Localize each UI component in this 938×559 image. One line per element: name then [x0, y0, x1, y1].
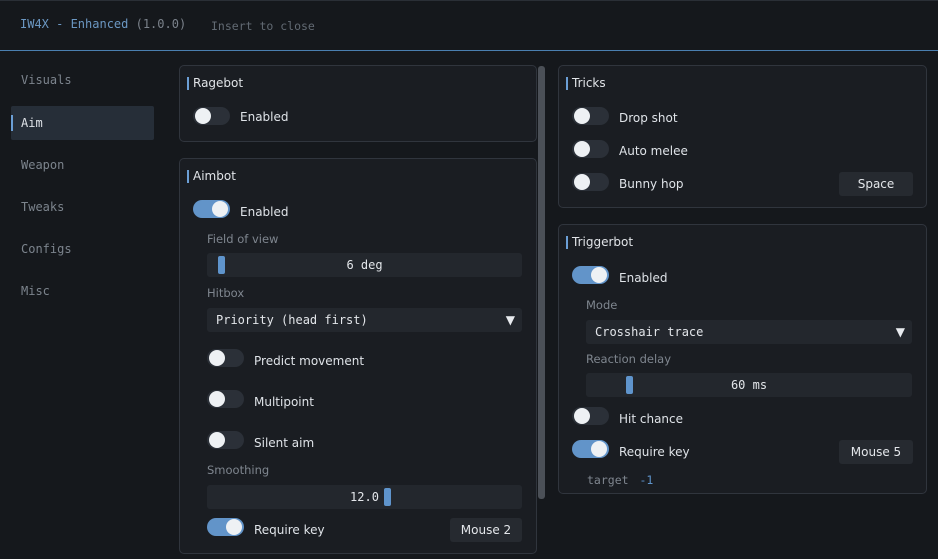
triggerbot-keybind-button[interactable]: Mouse 5	[839, 440, 913, 464]
toggle-knob	[212, 201, 228, 217]
target-readout: target -1	[587, 473, 653, 487]
mode-label: Mode	[586, 298, 618, 312]
sidebar-item-visuals[interactable]: Visuals	[11, 63, 154, 97]
toggle-knob	[574, 141, 590, 157]
reaction-delay-value: 60 ms	[730, 378, 768, 392]
close-hint: Insert to close	[211, 19, 315, 33]
silent-aim-toggle[interactable]	[207, 431, 244, 449]
toggle-knob	[209, 432, 225, 448]
toggle-knob	[591, 267, 607, 283]
aimbot-require-key-toggle[interactable]	[207, 518, 244, 536]
mode-selected: Crosshair trace	[595, 325, 704, 339]
aimbot-keybind-button[interactable]: Mouse 2	[450, 518, 522, 542]
title-bar: IW4X - Enhanced (1.0.0) Insert to close	[0, 0, 938, 51]
tricks-title: Tricks	[566, 76, 606, 90]
hitbox-selected: Priority (head first)	[216, 313, 368, 327]
sidebar-item-configs[interactable]: Configs	[11, 232, 154, 266]
silent-aim-label: Silent aim	[254, 436, 315, 450]
mode-select[interactable]: Crosshair trace ▼	[586, 320, 912, 344]
bunny-hop-label: Bunny hop	[619, 177, 684, 191]
drop-shot-toggle[interactable]	[572, 107, 609, 125]
triggerbot-require-key-label: Require key	[619, 445, 690, 459]
triangle-down-icon: ▼	[505, 313, 515, 327]
toggle-knob	[574, 108, 590, 124]
auto-melee-label: Auto melee	[619, 144, 688, 158]
bunny-hop-toggle[interactable]	[572, 173, 609, 191]
triggerbot-require-key-toggle[interactable]	[572, 440, 609, 458]
triggerbot-title: Triggerbot	[566, 235, 633, 249]
toggle-knob	[195, 108, 211, 124]
auto-melee-toggle[interactable]	[572, 140, 609, 158]
aimbot-title: Aimbot	[187, 169, 236, 183]
hitbox-select[interactable]: Priority (head first) ▼	[207, 308, 522, 332]
hit-chance-toggle[interactable]	[572, 407, 609, 425]
triggerbot-enabled-label: Enabled	[619, 271, 668, 285]
reaction-delay-slider[interactable]: 60 ms	[586, 373, 912, 397]
triggerbot-panel: Triggerbot Enabled Mode Crosshair trace …	[558, 224, 927, 494]
target-value: -1	[639, 473, 654, 487]
app-title: IW4X - Enhanced (1.0.0)	[20, 17, 186, 31]
sidebar-item-aim[interactable]: Aim	[11, 106, 154, 140]
predict-movement-label: Predict movement	[254, 354, 365, 368]
toggle-knob	[226, 519, 242, 535]
sidebar: Visuals Aim Weapon Tweaks Configs Misc	[0, 52, 166, 559]
multipoint-label: Multipoint	[254, 395, 314, 409]
target-label: target	[587, 473, 629, 487]
hitbox-label: Hitbox	[207, 286, 245, 300]
multipoint-toggle[interactable]	[207, 390, 244, 408]
drop-shot-label: Drop shot	[619, 111, 678, 125]
reaction-delay-label: Reaction delay	[586, 352, 672, 366]
fov-value: 6 deg	[346, 258, 383, 272]
fov-slider[interactable]: 6 deg	[207, 253, 522, 277]
left-column-scrollbar[interactable]	[538, 66, 545, 499]
smoothing-value: 12.0	[350, 490, 379, 504]
sidebar-item-tweaks[interactable]: Tweaks	[11, 190, 154, 224]
triangle-down-icon: ▼	[895, 325, 905, 339]
sidebar-item-weapon[interactable]: Weapon	[11, 148, 154, 182]
toggle-knob	[574, 408, 590, 424]
tricks-panel: Tricks Drop shot Auto melee Bunny hop Sp…	[558, 65, 927, 208]
toggle-knob	[209, 391, 225, 407]
app-name: IW4X - Enhanced	[20, 17, 129, 31]
ragebot-enabled-toggle[interactable]	[193, 107, 230, 125]
ragebot-panel: Ragebot Enabled	[179, 65, 537, 142]
toggle-knob	[574, 174, 590, 190]
hit-chance-label: Hit chance	[619, 412, 684, 426]
fov-label: Field of view	[207, 232, 279, 246]
sidebar-item-misc[interactable]: Misc	[11, 274, 154, 308]
aimbot-enabled-label: Enabled	[240, 205, 289, 219]
aimbot-panel: Aimbot Enabled Field of view 6 deg Hitbo…	[179, 158, 537, 554]
aimbot-require-key-label: Require key	[254, 523, 325, 537]
smoothing-slider[interactable]: 12.0	[207, 485, 522, 509]
ragebot-title: Ragebot	[187, 76, 243, 90]
triggerbot-enabled-toggle[interactable]	[572, 266, 609, 284]
bunny-hop-keybind-button[interactable]: Space	[839, 172, 913, 196]
aimbot-enabled-toggle[interactable]	[193, 200, 230, 218]
toggle-knob	[209, 350, 225, 366]
predict-movement-toggle[interactable]	[207, 349, 244, 367]
app-version: (1.0.0)	[135, 17, 187, 31]
smoothing-label: Smoothing	[207, 463, 270, 477]
toggle-knob	[591, 441, 607, 457]
ragebot-enabled-label: Enabled	[240, 110, 289, 124]
